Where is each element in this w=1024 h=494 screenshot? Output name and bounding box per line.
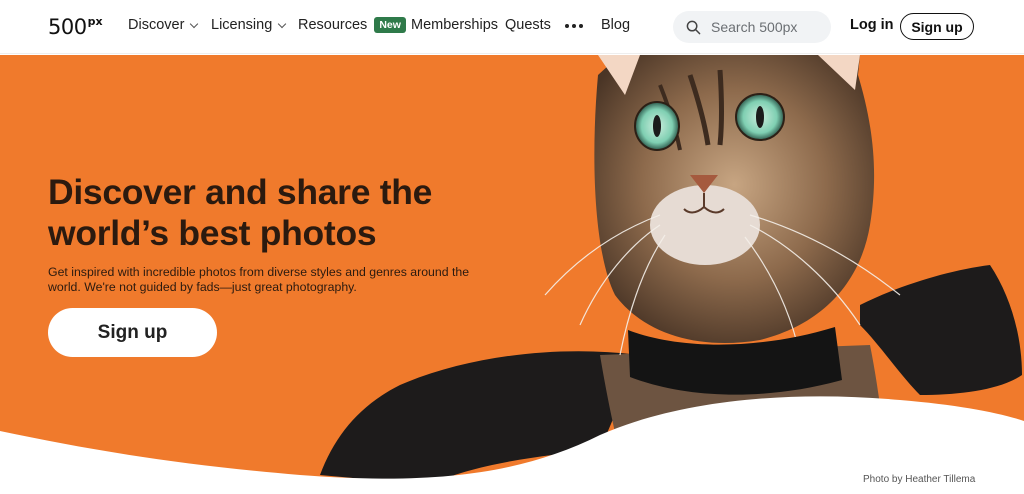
hero-headline: Discover and share the world’s best phot… (48, 172, 433, 253)
nav-memberships-label: Memberships (411, 17, 499, 33)
nav-blog-label: Blog (601, 17, 631, 33)
search-box[interactable] (673, 11, 831, 43)
logo-text: 500 (48, 15, 87, 39)
nav-quests[interactable]: Quests (505, 17, 551, 33)
chevron-down-icon (278, 19, 287, 28)
nav-resources-label: Resources (298, 17, 368, 33)
search-icon (686, 20, 701, 34)
top-navigation: 500px Discover Licensing Resources New M… (0, 0, 1024, 54)
hero-signup-button[interactable]: Sign up (48, 308, 217, 357)
new-badge: New (374, 17, 406, 33)
login-link[interactable]: Log in (850, 17, 894, 33)
logo-superscript: px (87, 15, 103, 28)
search-input[interactable] (711, 19, 821, 35)
nav-licensing[interactable]: Licensing (211, 17, 287, 33)
brand-logo[interactable]: 500px (48, 15, 103, 39)
hero-subtext: Get inspired with incredible photos from… (48, 265, 470, 294)
nav-memberships[interactable]: Memberships (411, 17, 498, 33)
nav-discover[interactable]: Discover (128, 17, 199, 33)
nav-resources[interactable]: Resources New (298, 17, 406, 33)
chevron-down-icon (190, 19, 199, 28)
more-menu-icon[interactable] (565, 24, 583, 28)
nav-discover-label: Discover (128, 17, 185, 33)
nav-blog[interactable]: Blog (601, 17, 630, 33)
signup-button-nav[interactable]: Sign up (900, 13, 974, 40)
hero-section: Discover and share the world’s best phot… (0, 55, 1024, 494)
nav-quests-label: Quests (505, 17, 551, 33)
photo-credit: Photo by Heather Tillema (863, 474, 976, 485)
nav-licensing-label: Licensing (211, 17, 273, 33)
